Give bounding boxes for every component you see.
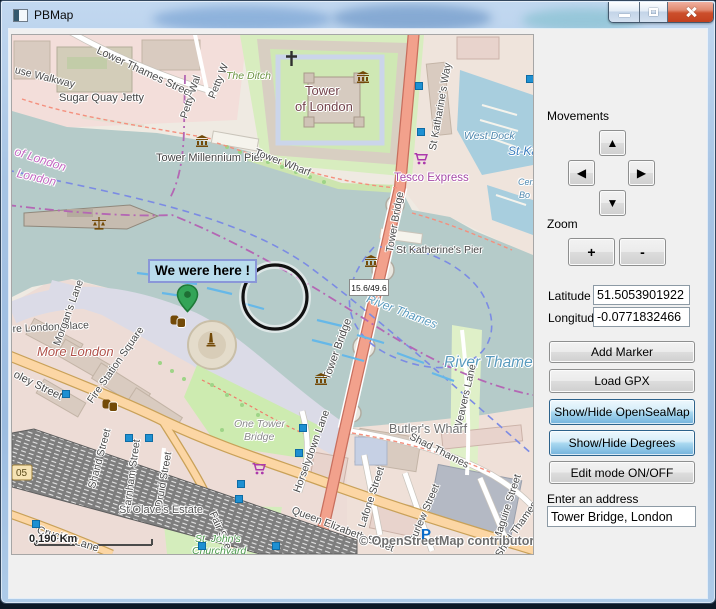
map-label: Bridge [244,432,274,443]
seamark-square-icon [237,480,245,488]
app-icon [13,9,28,22]
right-arrow-icon: ▶ [637,166,646,180]
latitude-label: Latitude [548,289,591,303]
close-icon [685,6,697,18]
minimize-icon [619,14,630,17]
maximize-button[interactable] [640,2,668,22]
caption-buttons [608,2,714,23]
seamark-square-icon [198,542,206,550]
seamark-square-icon [415,82,423,90]
road-ref-shield: 05 [16,468,28,479]
toggle-degrees-button[interactable]: Show/Hide Degrees [549,430,695,456]
close-button[interactable] [668,2,713,22]
move-up-button[interactable]: ▲ [599,130,626,156]
move-down-button[interactable]: ▼ [599,190,626,216]
minimize-button[interactable] [609,2,640,22]
map-label: Tesco Express [394,173,469,185]
map-label: The Ditch [226,71,271,82]
map-label: One Tower [234,419,285,430]
toggle-openseamap-button[interactable]: Show/Hide OpenSeaMap [549,399,695,425]
map-label: Sugar Quay Jetty [59,93,144,104]
left-arrow-icon: ◀ [577,166,586,180]
screen: PBMap [0,0,716,609]
seamark-square-icon [299,424,307,432]
app-window: PBMap [0,0,716,604]
up-arrow-icon: ▲ [607,136,619,150]
maximize-icon [649,8,658,16]
map-label: West Dock [464,131,515,142]
map-label: Cen [518,178,534,187]
map-label: Butler's Wharf [389,423,467,436]
seamark-square-icon [235,495,243,503]
longitude-input[interactable] [593,307,690,327]
down-arrow-icon: ▼ [607,196,619,210]
move-left-button[interactable]: ◀ [568,160,595,186]
map-label: © OpenStreetMap contributors [359,535,534,548]
add-marker-button[interactable]: Add Marker [549,341,695,363]
seamark-square-icon [272,542,280,550]
client-area: 05 use WalkwayLower Thames StreetPetty W… [9,29,707,598]
address-input[interactable] [547,506,696,527]
map-label: Bo [519,191,530,200]
seamark-square-icon [295,449,303,457]
seamark-square-icon [125,434,133,442]
move-right-button[interactable]: ▶ [628,160,655,186]
zoom-in-button[interactable]: + [568,238,615,266]
map-label: 0,190 Km [29,534,77,545]
edit-mode-button[interactable]: Edit mode ON/OFF [549,461,695,484]
seamark-square-icon [62,390,70,398]
map-label: More London [37,345,114,358]
map-marker-label[interactable]: We were here ! [148,259,257,283]
map-label: Tower Millennium Pier [156,153,264,164]
seamark-square-icon [417,128,425,136]
load-gpx-button[interactable]: Load GPX [549,369,695,393]
map-canvas[interactable]: 05 use WalkwayLower Thames StreetPetty W… [11,34,534,555]
map-label: Tower [305,84,340,97]
titlebar[interactable]: PBMap [2,2,714,29]
seamark-square-icon [145,434,153,442]
zoom-label: Zoom [547,217,578,231]
zoom-out-button[interactable]: - [619,238,666,266]
map-label: River Thames [444,355,534,371]
map-label: St-Ka [508,145,534,157]
seamark-square-icon [32,520,40,528]
window-title: PBMap [34,8,73,22]
movements-label: Movements [547,109,609,123]
bridge-clearance-sign: 15.6/49.6 [349,279,389,296]
latitude-input[interactable] [593,285,690,305]
address-label: Enter an address [547,492,638,506]
map-label: of London [295,100,353,113]
seamark-square-icon [526,75,534,83]
map-label: St Katherine's Pier [396,245,483,256]
map-label: St Olave's Estate [119,505,203,516]
glass-blur-decoration [152,6,332,29]
svg-text:P: P [421,526,431,541]
glass-blur-decoration [332,4,492,29]
